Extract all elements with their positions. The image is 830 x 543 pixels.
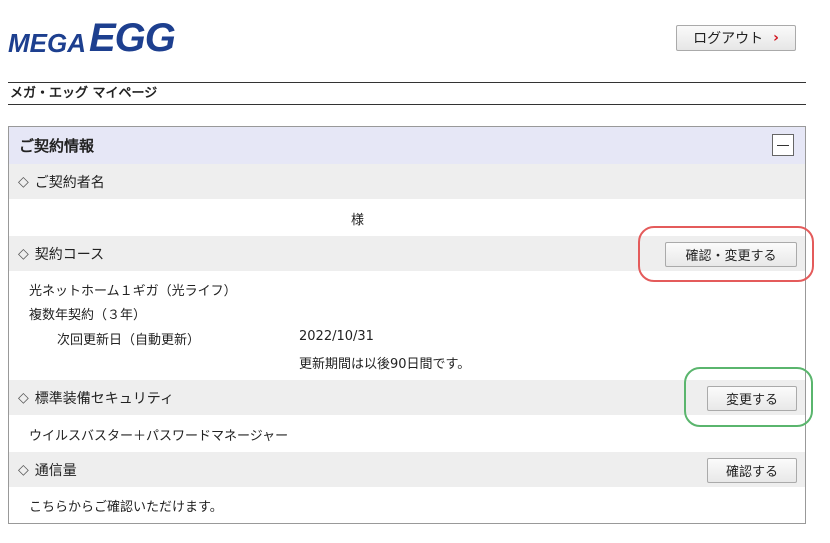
megaegg-logo: MEGA EGG xyxy=(8,16,176,60)
collapse-button[interactable] xyxy=(772,134,794,156)
renewal-note: 更新期間は以後90日間です。 xyxy=(299,357,471,372)
course-term: 複数年契約（３年） xyxy=(29,308,147,323)
traffic-value: こちらからご確認いただけます。 xyxy=(29,500,223,515)
minus-icon xyxy=(777,144,789,146)
logout-button[interactable]: ログアウト › xyxy=(676,25,796,51)
contractor-name-suffix: 様 xyxy=(351,213,365,228)
panel-title: ご契約情報 xyxy=(19,137,95,155)
section-course-label: 契約コース xyxy=(34,246,105,263)
course-plan: 光ネットホーム１ギガ（光ライフ） xyxy=(29,284,237,299)
logo-egg-text: EGG xyxy=(89,16,176,60)
diamond-icon: ◇ xyxy=(18,173,29,190)
logo-mega-text: MEGA xyxy=(8,28,86,58)
renewal-label: 次回更新日（自動更新） xyxy=(57,333,201,348)
diamond-icon: ◇ xyxy=(18,245,29,262)
section-traffic-label: 通信量 xyxy=(34,462,77,479)
highlight-red-outline xyxy=(638,226,814,282)
section-contractor-header: ◇ ご契約者名 xyxy=(9,164,805,199)
section-traffic-header: ◇ 通信量 xyxy=(9,452,805,487)
diamond-icon: ◇ xyxy=(18,461,29,478)
panel-header: ご契約情報 xyxy=(9,127,805,165)
section-security-label: 標準装備セキュリティ xyxy=(34,390,174,407)
section-contractor-label: ご契約者名 xyxy=(34,174,105,191)
security-value: ウイルスバスター＋パスワードマネージャー xyxy=(29,429,289,444)
diamond-icon: ◇ xyxy=(18,389,29,406)
contract-info-panel: ご契約情報 ◇ ご契約者名 様 ◇ 契約コース 確認・変更する 光ネットホーム１… xyxy=(8,126,806,524)
chevron-right-icon: › xyxy=(773,30,779,46)
highlight-green-outline xyxy=(684,367,813,427)
logout-label: ログアウト xyxy=(693,31,764,47)
page-title: メガ・エッグ マイページ xyxy=(8,82,806,105)
renewal-date: 2022/10/31 xyxy=(299,329,374,344)
confirm-traffic-button[interactable]: 確認する xyxy=(707,458,797,483)
